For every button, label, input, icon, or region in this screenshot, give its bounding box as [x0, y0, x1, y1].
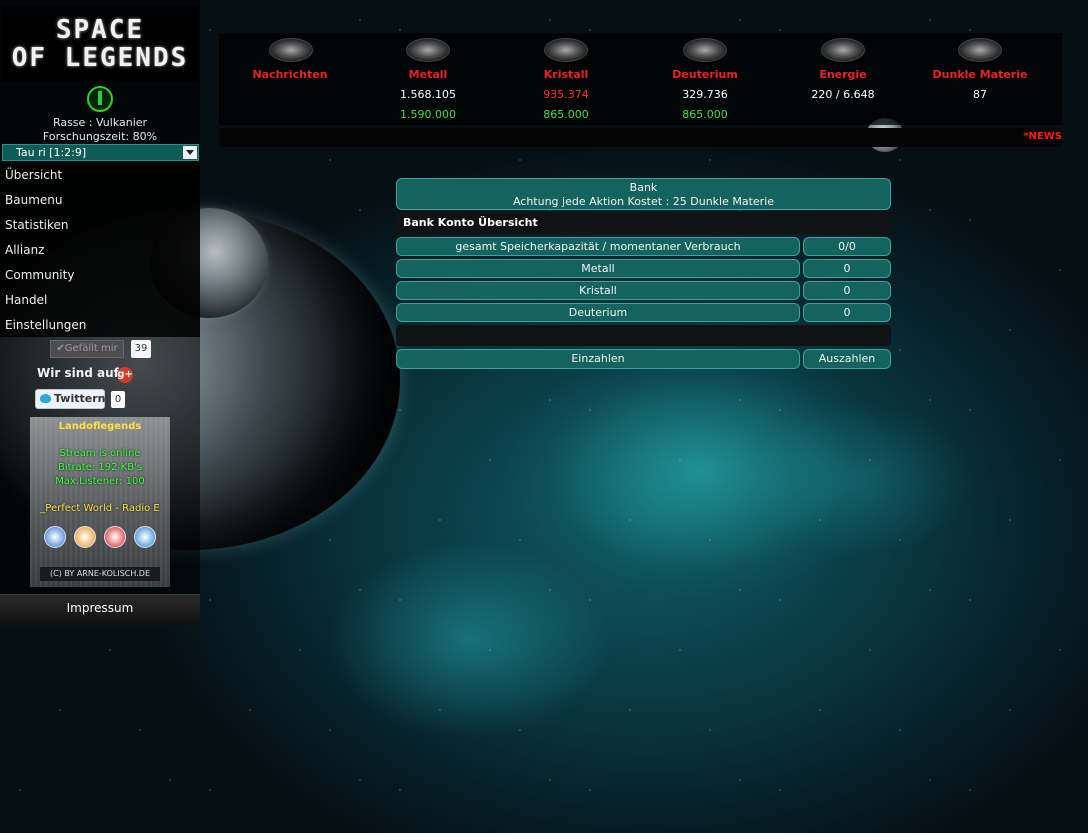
facebook-like-count: 39: [131, 340, 151, 358]
resource-label: Metall: [408, 68, 448, 81]
menu-item-community[interactable]: Community: [0, 263, 200, 288]
resource-amount: 87: [973, 88, 987, 101]
resource-capacity: 865.000: [682, 108, 728, 121]
radio-player-icons: [44, 526, 156, 548]
twitter-button[interactable]: Twittern: [35, 389, 105, 409]
logo-line-2: OF LEGENDS: [11, 43, 189, 73]
resource-label: Kristall: [543, 68, 589, 81]
resource-label: Energie: [819, 68, 867, 81]
bank-row-value: 0: [803, 259, 891, 278]
deuterium-icon: [683, 38, 727, 62]
twitter-button-label: Twittern: [54, 392, 106, 405]
radio-station: _Perfect World - Radio E: [40, 503, 160, 514]
google-plus-icon[interactable]: g+: [117, 367, 133, 383]
radio-copyright: (C) BY ARNE-KOLISCH.DE: [40, 567, 160, 581]
sidebar: SPACE OF LEGENDS Rasse : Vulkanier Forsc…: [0, 0, 200, 625]
bank-header: Bank Achtung jede Aktion Kostet : 25 Dun…: [396, 178, 891, 210]
radio-status: Stream is online: [59, 448, 141, 459]
bank-warning: Achtung jede Aktion Kostet : 25 Dunkle M…: [512, 195, 775, 208]
bank-row-label: Deuterium: [396, 303, 800, 322]
bank-title: Bank: [629, 181, 658, 194]
bank-row-label: gesamt Speicherkapazität / momentaner Ve…: [396, 237, 800, 256]
galaxy-icon: [958, 38, 1002, 62]
menu-item-uebersicht[interactable]: Übersicht: [0, 163, 200, 188]
planet-select[interactable]: Tau ri [1:2:9]: [2, 144, 199, 161]
facebook-like-button[interactable]: ✔Gefällt mir: [50, 340, 124, 358]
race-icon: [87, 86, 113, 112]
resource-capacity: 1.590.000: [400, 108, 456, 121]
resource-amount: 329.736: [682, 88, 728, 101]
resource-amount: 1.568.105: [400, 88, 456, 101]
resource-label: Nachrichten: [252, 68, 328, 81]
menu-item-handel[interactable]: Handel: [0, 288, 200, 313]
crystal-icon: [544, 38, 588, 62]
chevron-down-icon[interactable]: [183, 146, 197, 159]
bank-row-value: 0: [803, 303, 891, 322]
resource-amount: 220 / 6.648: [811, 88, 875, 101]
quicktime-icon[interactable]: [134, 526, 156, 548]
eye-icon: [269, 38, 313, 62]
bank-input-row: [396, 325, 891, 346]
menu-item-allianz[interactable]: Allianz: [0, 238, 200, 263]
radio-bitrate: Bitrate: 192 KB's: [57, 462, 143, 473]
menu-item-statistiken[interactable]: Statistiken: [0, 213, 200, 238]
impressum-link[interactable]: Impressum: [0, 594, 200, 625]
bank-section-title: Bank Konto Übersicht: [396, 212, 891, 234]
planet-select-value: Tau ri [1:2:9]: [16, 146, 87, 159]
race-label: Rasse : Vulkanier: [52, 116, 148, 129]
resource-label: Dunkle Materie: [932, 68, 1028, 81]
radio-listeners: Max.Listener: 100: [55, 476, 145, 487]
research-time-label: Forschungszeit: 80%: [42, 130, 158, 143]
radio-title: Landoflegends: [58, 421, 142, 432]
logo-line-1: SPACE: [55, 15, 145, 45]
bank-row-value: 0: [803, 281, 891, 300]
menu-item-baumenu[interactable]: Baumenu: [0, 188, 200, 213]
twitter-bird-icon: [40, 394, 51, 403]
bank-row-label: Metall: [396, 259, 800, 278]
radio-widget[interactable]: Landoflegends Stream is online Bitrate: …: [30, 417, 170, 587]
google-plus-text: Wir sind auf: [37, 366, 119, 380]
resource-label: Deuterium: [672, 68, 738, 81]
withdraw-button[interactable]: Auszahlen: [803, 349, 891, 369]
metal-icon: [406, 38, 450, 62]
bank-row-label: Kristall: [396, 281, 800, 300]
resource-bar: Nachrichten Metall 1.568.105 1.590.000 K…: [219, 33, 1062, 125]
energy-icon: [821, 38, 865, 62]
bank-row-value: 0/0: [803, 237, 891, 256]
news-link[interactable]: *NEWS: [1023, 131, 1062, 142]
news-bar: *NEWS: [219, 128, 1062, 147]
resource-amount: 935.374: [543, 88, 589, 101]
menu-item-einstellungen[interactable]: Einstellungen: [0, 313, 200, 338]
flash-player-icon[interactable]: [104, 526, 126, 548]
media-player-icon[interactable]: [44, 526, 66, 548]
deposit-button[interactable]: Einzahlen: [396, 349, 800, 369]
resource-capacity: 865.000: [543, 108, 589, 121]
winamp-icon[interactable]: [74, 526, 96, 548]
twitter-count: 0: [111, 391, 125, 408]
game-logo[interactable]: SPACE OF LEGENDS: [2, 6, 198, 82]
main-menu: Übersicht Baumenu Statistiken Allianz Co…: [0, 163, 200, 337]
